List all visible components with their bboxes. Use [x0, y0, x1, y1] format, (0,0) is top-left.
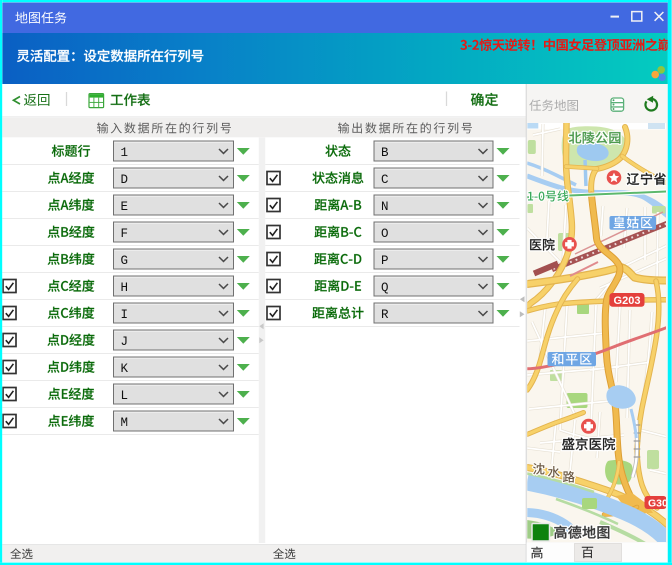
- svg-text:G30: G30: [648, 498, 668, 510]
- svg-text:O: O: [381, 227, 389, 241]
- svg-text:K: K: [121, 362, 129, 376]
- svg-text:P: P: [381, 254, 389, 268]
- svg-text:R: R: [381, 308, 389, 322]
- svg-text:M: M: [121, 416, 129, 430]
- svg-text:L: L: [121, 389, 129, 403]
- svg-text:E: E: [121, 200, 129, 214]
- svg-text:J: J: [121, 335, 129, 349]
- svg-text:G203: G203: [614, 295, 641, 307]
- svg-text:H: H: [121, 281, 129, 295]
- svg-text:D: D: [121, 173, 129, 187]
- svg-text:I: I: [121, 308, 129, 322]
- svg-text:C: C: [381, 173, 389, 187]
- svg-text:B: B: [381, 146, 389, 160]
- svg-text:G: G: [121, 254, 129, 268]
- svg-text:Q: Q: [381, 281, 389, 295]
- svg-text:N: N: [381, 200, 389, 214]
- svg-text:F: F: [121, 227, 129, 241]
- svg-text:1: 1: [121, 146, 129, 160]
